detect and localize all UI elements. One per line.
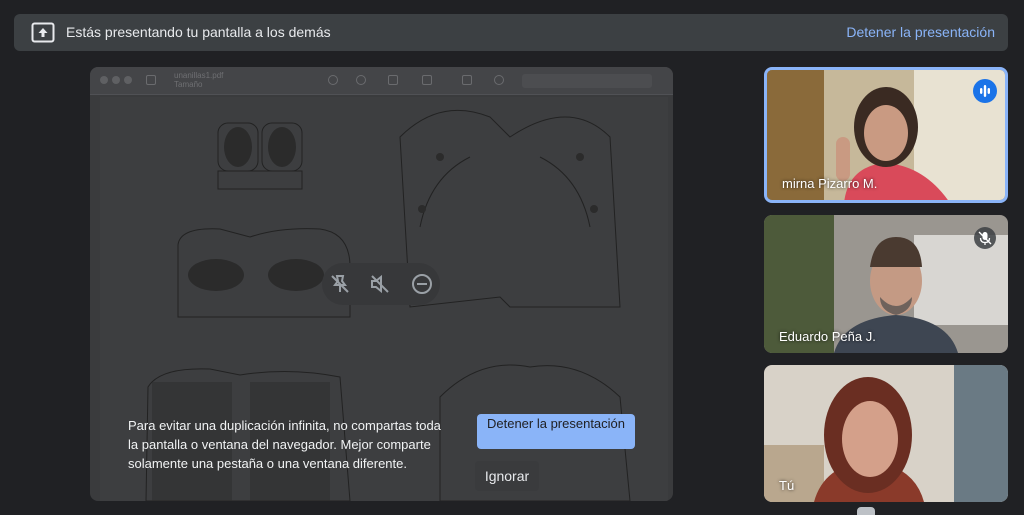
present-screen-icon xyxy=(31,22,55,43)
video-feed xyxy=(764,365,1008,502)
mic-off-icon xyxy=(974,227,996,249)
pdf-file-title: unanillas1.pdf Tamaño xyxy=(174,71,223,89)
zoom-out-icon xyxy=(328,75,338,85)
sidebar-icon xyxy=(146,75,156,85)
pdf-file-name: unanillas1.pdf xyxy=(174,71,224,80)
participant-tile-mirna[interactable]: mirna Pizarro M. xyxy=(764,67,1008,203)
mac-toolbar: unanillas1.pdf Tamaño xyxy=(90,67,673,95)
participant-tile-self[interactable]: Tú xyxy=(764,365,1008,502)
ignore-button[interactable]: Ignorar xyxy=(475,461,539,491)
screen-preview: unanillas1.pdf Tamaño Para evitar una du… xyxy=(90,67,673,501)
presenting-message: Estás presentando tu pantalla a los demá… xyxy=(66,24,331,40)
speaking-indicator-icon xyxy=(973,79,997,103)
participant-tile-eduardo[interactable]: Eduardo Peña J. xyxy=(764,215,1008,353)
infinite-mirror-warning: Para evitar una duplicación infinita, no… xyxy=(128,418,441,471)
tile-overlay-controls xyxy=(322,263,440,305)
remove-circle-icon[interactable] xyxy=(410,272,434,296)
window-minimize-dot xyxy=(112,76,120,84)
stop-presenting-button[interactable]: Detener la presentación xyxy=(477,414,635,449)
annotate-icon xyxy=(494,75,504,85)
volume-off-icon[interactable] xyxy=(368,272,392,296)
markup-icon xyxy=(422,75,432,85)
participant-name: Eduardo Peña J. xyxy=(779,329,876,344)
pdf-file-subtitle: Tamaño xyxy=(174,80,203,89)
window-zoom-dot xyxy=(124,76,132,84)
zoom-in-icon xyxy=(356,75,366,85)
scroll-indicator[interactable] xyxy=(857,507,875,515)
window-close-dot xyxy=(100,76,108,84)
pin-off-icon[interactable] xyxy=(328,272,352,296)
participant-name: mirna Pizarro M. xyxy=(782,176,878,191)
share-icon xyxy=(388,75,398,85)
presenting-banner: Estás presentando tu pantalla a los demá… xyxy=(14,14,1008,51)
participant-name: Tú xyxy=(779,478,795,493)
rotate-icon xyxy=(462,75,472,85)
stop-presenting-link[interactable]: Detener la presentación xyxy=(846,24,995,40)
pdf-search-field xyxy=(522,74,652,88)
